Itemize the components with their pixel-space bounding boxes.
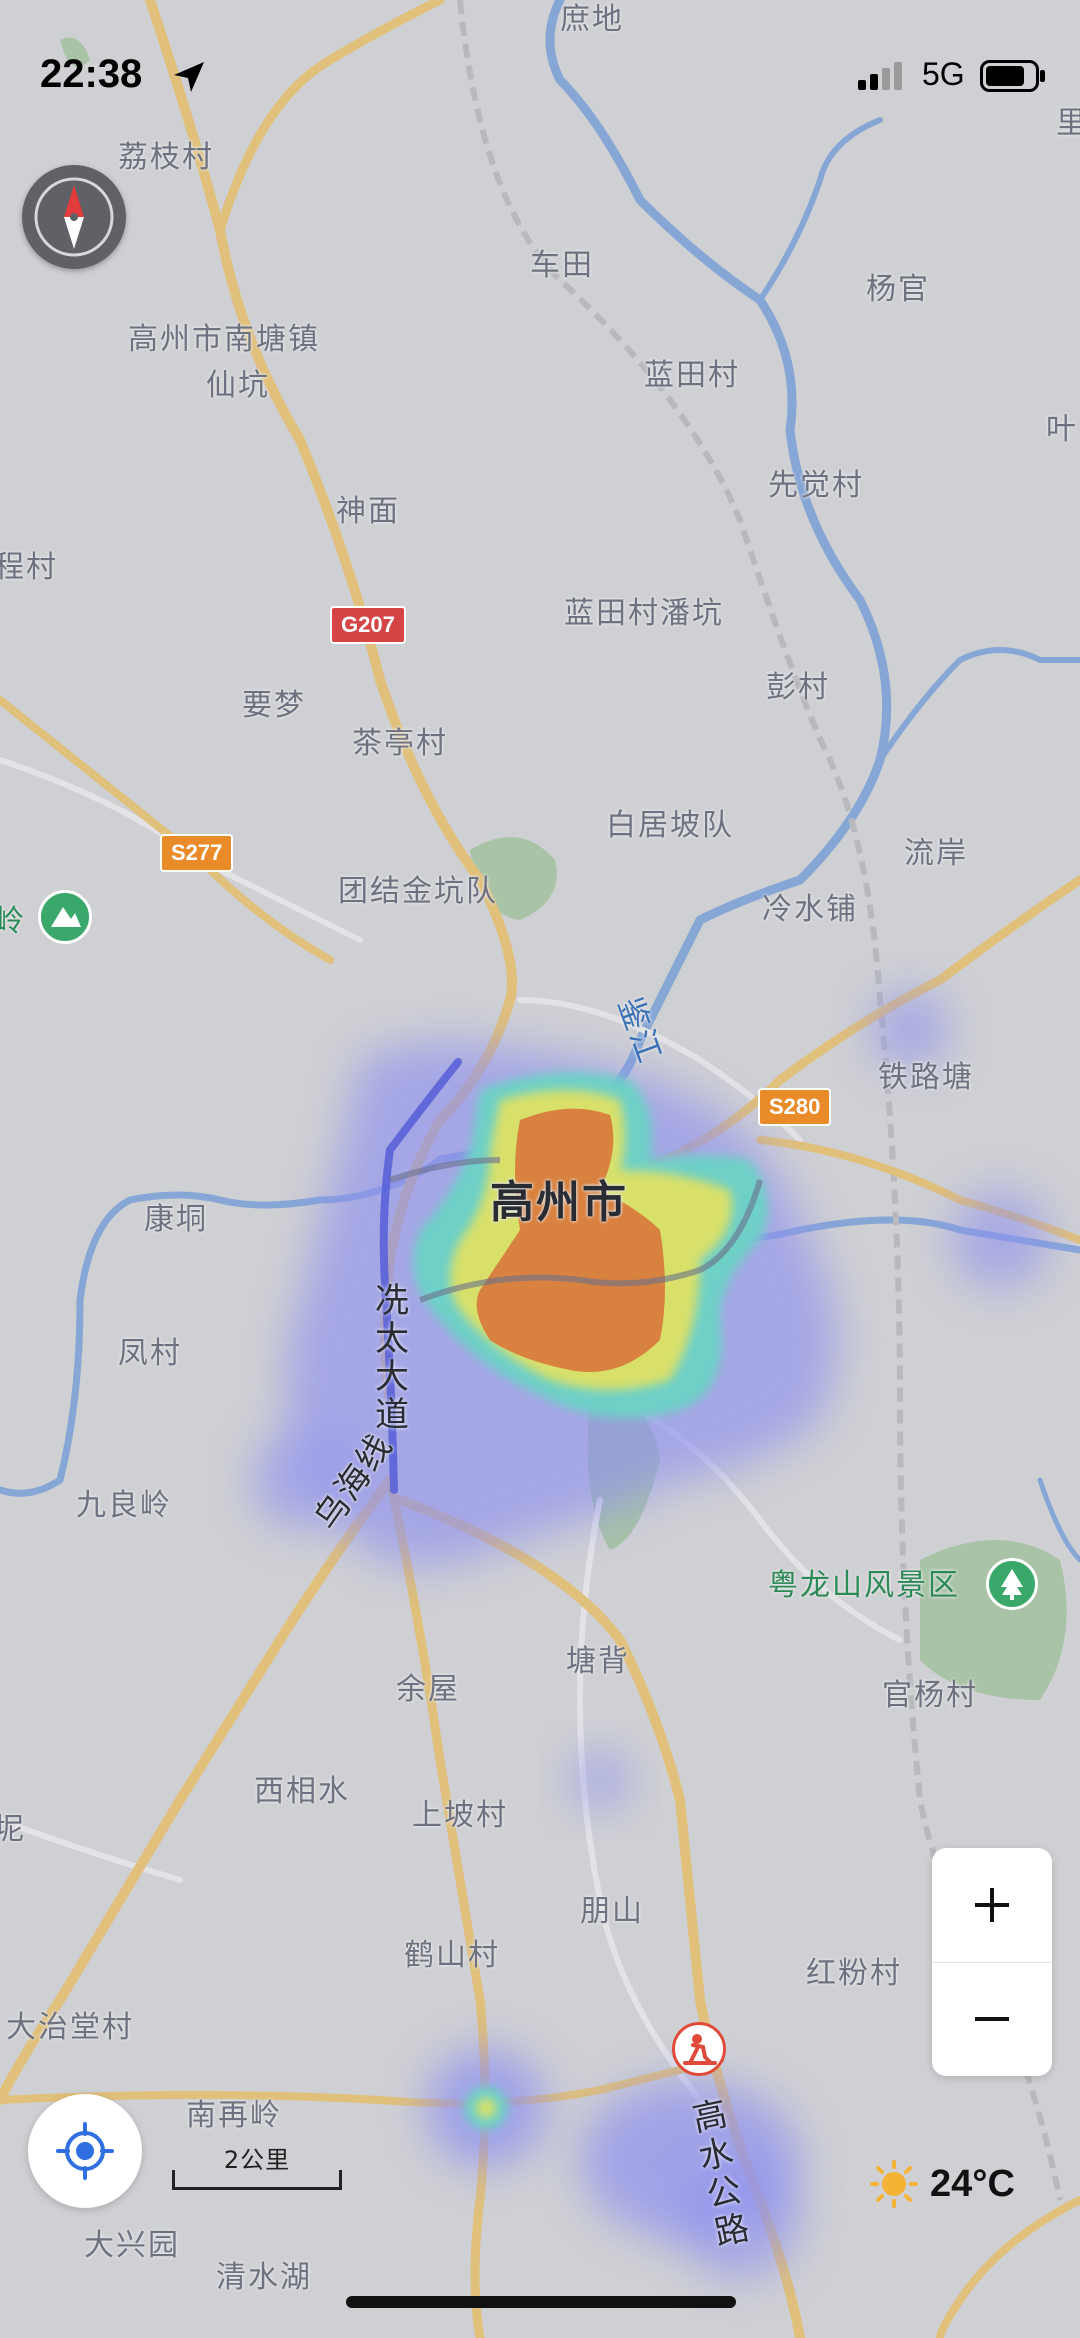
- city-label: 高州市: [490, 1177, 628, 1228]
- zoom-in-button[interactable]: [932, 1848, 1052, 1962]
- place-label: 上坡村: [412, 1798, 508, 1833]
- road-name-char: 道: [375, 1395, 409, 1435]
- place-label: 叶: [1046, 412, 1078, 447]
- place-label: 红粉村: [806, 1956, 902, 1991]
- zoom-out-button[interactable]: [932, 1962, 1052, 2076]
- place-label: 彭村: [766, 670, 830, 705]
- heat-core: [476, 2098, 496, 2118]
- compass-icon: [34, 177, 114, 257]
- road-name-char: 路: [711, 2207, 753, 2255]
- temperature: 24°C: [930, 2162, 1015, 2205]
- place-label: 凤村: [118, 1336, 182, 1371]
- locate-me-button[interactable]: [28, 2094, 142, 2208]
- road-name-char: 冼: [375, 1281, 409, 1321]
- place-label: 先觉村: [768, 468, 864, 503]
- zoom-control: [932, 1848, 1052, 2076]
- map-scale: 2公里: [172, 2140, 342, 2196]
- place-label: 大兴园: [84, 2228, 180, 2263]
- scenic-tree-icon[interactable]: [986, 1558, 1038, 1610]
- heat-halo: [570, 1750, 630, 1810]
- place-label: 流岸: [904, 836, 968, 871]
- road-name-char: 太: [375, 1319, 409, 1359]
- status-time: 22:38: [40, 52, 143, 96]
- place-label: 坭: [0, 1812, 26, 1847]
- place-label: 茶亭村: [352, 726, 448, 761]
- road-shield-g207: G207: [330, 606, 406, 644]
- heat-halo: [950, 1190, 1050, 1290]
- plus-icon: [975, 1888, 1009, 1922]
- place-label: 高州市南塘镇: [128, 322, 320, 357]
- sun-icon: [870, 2160, 918, 2208]
- battery-icon: [980, 60, 1045, 92]
- road-shield-s280: S280: [758, 1088, 832, 1126]
- place-label: 粤龙山风景区: [768, 1568, 960, 1603]
- place-label: 白居坡队: [606, 808, 734, 843]
- place-label: 鹤山村: [404, 1938, 500, 1973]
- place-label: 神面: [336, 494, 400, 529]
- place-label: 塘背: [566, 1644, 630, 1679]
- minus-icon: [975, 2017, 1009, 2021]
- network-type: 5G: [922, 56, 965, 92]
- compass-button[interactable]: [22, 165, 126, 269]
- place-label: 余屋: [396, 1672, 460, 1707]
- place-label: 西相水: [254, 1774, 350, 1809]
- place-label: 大治堂村: [6, 2010, 134, 2045]
- home-indicator[interactable]: [346, 2296, 736, 2308]
- road-name-char: 大: [375, 1357, 409, 1397]
- place-label: 清水湖: [216, 2260, 312, 2295]
- place-label: 要梦: [242, 688, 306, 723]
- location-arrow-icon: [174, 62, 204, 92]
- scale-bar: [172, 2170, 342, 2190]
- place-label: 杨官: [866, 272, 930, 307]
- construction-icon[interactable]: [672, 2022, 726, 2076]
- place-label: 程村: [0, 550, 58, 585]
- place-label: 仙坑: [206, 368, 270, 403]
- place-label: 蓝田村: [644, 358, 740, 393]
- place-label: 南再岭: [186, 2098, 282, 2133]
- place-label: 朋山: [580, 1894, 644, 1929]
- status-bar: 22:38 5G: [0, 0, 1080, 150]
- place-label: 康垌: [144, 1202, 208, 1237]
- place-label: 蓝田村潘坑: [564, 596, 724, 631]
- weather-widget[interactable]: 24°C: [868, 2158, 1015, 2210]
- crosshair-icon: [56, 2122, 114, 2180]
- place-label: 岭: [0, 904, 26, 939]
- place-label: 九良岭: [76, 1488, 172, 1523]
- road-shield-s277: S277: [160, 834, 234, 872]
- place-label: 团结金坑队: [338, 874, 498, 909]
- place-label: 铁路塘: [878, 1060, 974, 1095]
- signal-icon: [858, 62, 902, 90]
- place-label: 冷水铺: [762, 892, 858, 927]
- place-label: 车田: [530, 248, 594, 283]
- place-label: 官杨村: [882, 1678, 978, 1713]
- mountain-icon[interactable]: [38, 890, 92, 944]
